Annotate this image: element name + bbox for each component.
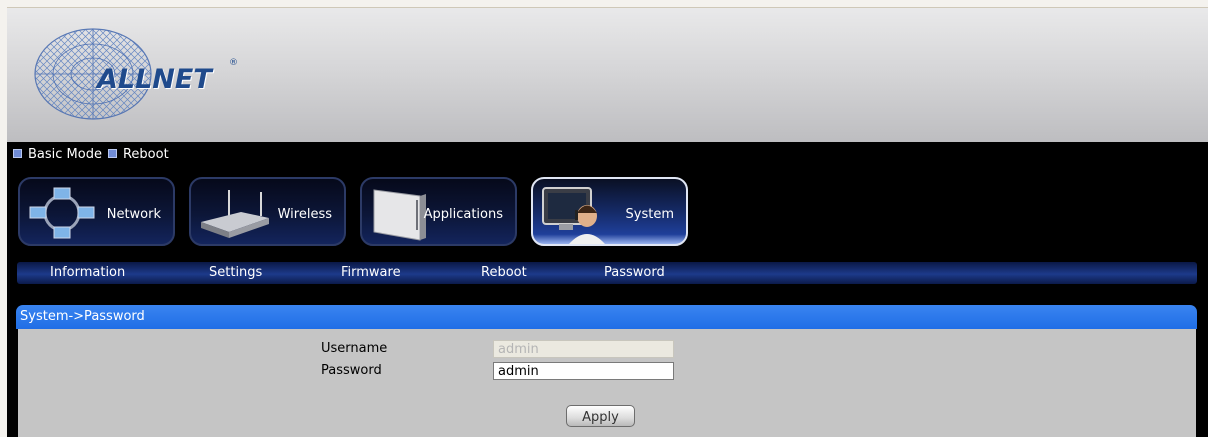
panel-header: System->Password xyxy=(16,305,1197,329)
header-banner: ALLNET ® xyxy=(7,7,1208,143)
network-icon xyxy=(28,186,96,244)
router-icon xyxy=(199,186,271,246)
subnav-information[interactable]: Information xyxy=(50,265,125,280)
tab-wireless-label: Wireless xyxy=(277,207,332,222)
tab-wireless[interactable]: Wireless xyxy=(189,177,346,246)
registered-mark: ® xyxy=(229,58,238,68)
system-user-icon xyxy=(541,186,611,248)
quick-links: Basic Mode Reboot xyxy=(13,147,175,162)
password-label: Password xyxy=(321,363,382,378)
apply-button[interactable]: Apply xyxy=(566,405,635,427)
tab-applications[interactable]: Applications xyxy=(360,177,517,246)
subnav-password[interactable]: Password xyxy=(604,265,665,280)
quick-link-basic-mode[interactable]: Basic Mode xyxy=(28,147,102,162)
tab-applications-label: Applications xyxy=(423,207,503,222)
brand-name: ALLNET xyxy=(97,64,212,95)
breadcrumb: System->Password xyxy=(20,309,145,324)
subnav-settings[interactable]: Settings xyxy=(209,265,262,280)
bullet-icon xyxy=(13,149,22,158)
tab-system[interactable]: System xyxy=(531,177,688,246)
bullet-icon xyxy=(107,149,117,158)
quick-link-reboot[interactable]: Reboot xyxy=(123,147,169,162)
subnav-firmware[interactable]: Firmware xyxy=(341,265,401,280)
allnet-logo: ALLNET ® xyxy=(33,26,253,126)
password-field[interactable] xyxy=(493,362,674,380)
tab-network-label: Network xyxy=(106,207,161,222)
username-field xyxy=(493,340,674,358)
tab-network[interactable]: Network xyxy=(18,177,175,246)
tab-system-label: System xyxy=(625,207,674,222)
applications-icon xyxy=(370,186,430,246)
subnav-reboot[interactable]: Reboot xyxy=(481,265,527,280)
username-label: Username xyxy=(321,341,388,356)
